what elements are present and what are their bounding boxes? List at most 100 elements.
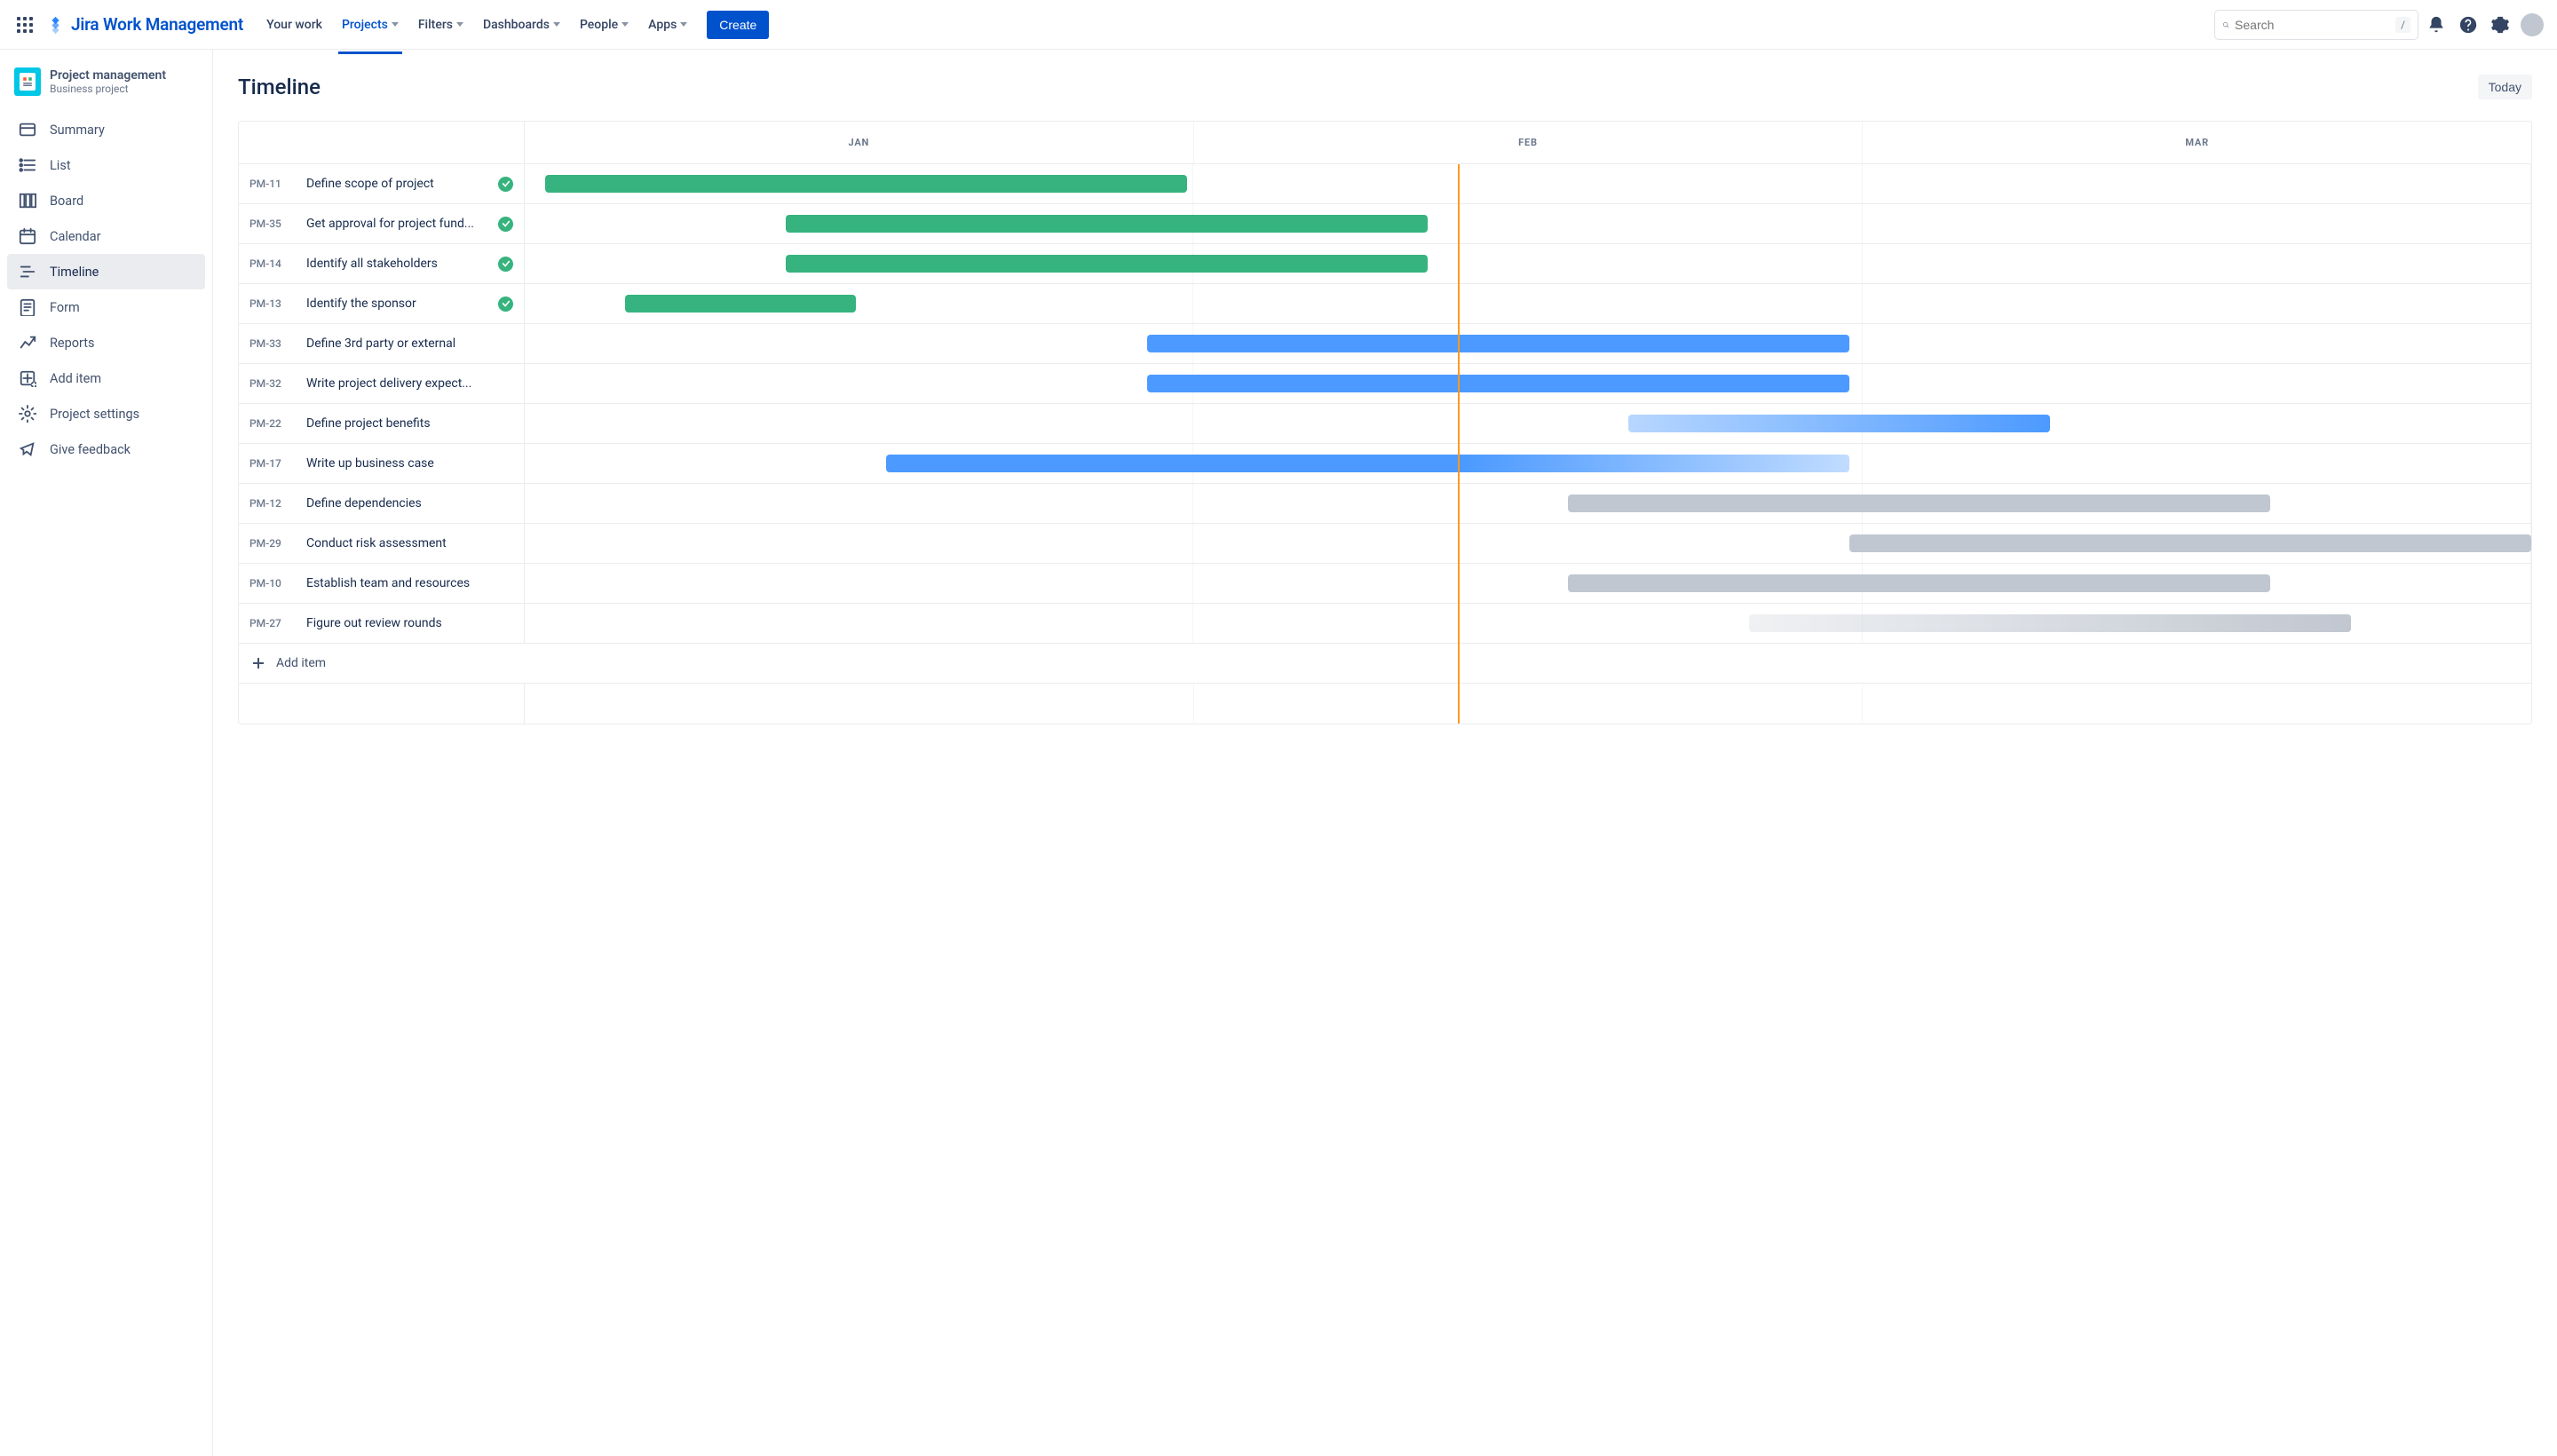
item-id[interactable]: PM-12 bbox=[249, 497, 292, 510]
add-item-row[interactable]: Add item bbox=[239, 644, 2531, 684]
timeline-bar[interactable] bbox=[1147, 335, 1849, 352]
nav-item-your-work[interactable]: Your work bbox=[257, 11, 331, 39]
timeline-bar[interactable] bbox=[545, 175, 1187, 193]
nav-item-projects[interactable]: Projects bbox=[333, 11, 408, 39]
row-left: PM-12 Define dependencies bbox=[239, 484, 525, 523]
sidebar-item-reports[interactable]: Reports bbox=[7, 325, 205, 360]
nav-item-label: Your work bbox=[266, 18, 322, 32]
item-id[interactable]: PM-11 bbox=[249, 178, 292, 190]
timeline-row[interactable]: PM-13 Identify the sponsor bbox=[239, 284, 2531, 324]
item-id[interactable]: PM-29 bbox=[249, 537, 292, 550]
today-button[interactable]: Today bbox=[2478, 75, 2532, 99]
settings-button[interactable] bbox=[2486, 11, 2514, 39]
item-id[interactable]: PM-27 bbox=[249, 617, 292, 629]
timeline-row[interactable]: PM-27 Figure out review rounds bbox=[239, 604, 2531, 644]
item-title[interactable]: Define dependencies bbox=[306, 496, 513, 510]
sidebar-item-label: List bbox=[50, 158, 71, 173]
product-name: Jira Work Management bbox=[71, 14, 243, 35]
timeline-bar[interactable] bbox=[786, 255, 1428, 273]
timeline-header-left bbox=[239, 122, 525, 163]
timeline-row[interactable]: PM-22 Define project benefits bbox=[239, 404, 2531, 444]
timeline-bar[interactable] bbox=[625, 295, 856, 313]
item-title[interactable]: Figure out review rounds bbox=[306, 616, 513, 630]
create-button[interactable]: Create bbox=[707, 11, 769, 39]
timeline-row[interactable]: PM-12 Define dependencies bbox=[239, 484, 2531, 524]
timeline-row[interactable]: PM-32 Write project delivery expect... bbox=[239, 364, 2531, 404]
item-id[interactable]: PM-32 bbox=[249, 377, 292, 390]
item-id[interactable]: PM-14 bbox=[249, 257, 292, 270]
nav-item-apps[interactable]: Apps bbox=[639, 11, 696, 39]
timeline-row[interactable]: PM-11 Define scope of project bbox=[239, 164, 2531, 204]
product-logo[interactable]: Jira Work Management bbox=[46, 14, 243, 35]
timeline-bar[interactable] bbox=[886, 455, 1849, 472]
project-header[interactable]: Project management Business project bbox=[7, 67, 205, 112]
profile-button[interactable] bbox=[2518, 11, 2546, 39]
check-circle-icon bbox=[498, 177, 513, 192]
item-id[interactable]: PM-22 bbox=[249, 417, 292, 430]
item-title[interactable]: Establish team and resources bbox=[306, 576, 513, 590]
item-title[interactable]: Write project delivery expect... bbox=[306, 376, 513, 391]
sidebar-item-give-feedback[interactable]: Give feedback bbox=[7, 431, 205, 467]
nav-item-dashboards[interactable]: Dashboards bbox=[474, 11, 569, 39]
sidebar-item-label: Reports bbox=[50, 336, 95, 351]
help-button[interactable] bbox=[2454, 11, 2482, 39]
sidebar-item-form[interactable]: Form bbox=[7, 289, 205, 325]
summary-icon bbox=[18, 120, 37, 139]
item-title[interactable]: Conduct risk assessment bbox=[306, 536, 513, 550]
timeline-row[interactable]: PM-10 Establish team and resources bbox=[239, 564, 2531, 604]
timeline-row[interactable]: PM-29 Conduct risk assessment bbox=[239, 524, 2531, 564]
timeline-row[interactable]: PM-35 Get approval for project fund... bbox=[239, 204, 2531, 244]
item-title[interactable]: Define 3rd party or external bbox=[306, 336, 513, 351]
chevron-down-icon bbox=[456, 22, 463, 27]
row-left: PM-14 Identify all stakeholders bbox=[239, 244, 525, 283]
item-title[interactable]: Get approval for project fund... bbox=[306, 217, 484, 231]
item-id[interactable]: PM-13 bbox=[249, 297, 292, 310]
timeline-bar[interactable] bbox=[786, 215, 1428, 233]
timeline-container: JANFEBMAR PM-11Define scope of projectPM… bbox=[238, 121, 2532, 724]
timeline-bar[interactable] bbox=[1749, 614, 2351, 632]
plus-icon bbox=[251, 656, 265, 670]
timeline-bar[interactable] bbox=[1849, 534, 2531, 552]
timeline-bar[interactable] bbox=[1568, 495, 2270, 512]
sidebar: Project management Business project Summ… bbox=[0, 50, 213, 1456]
item-id[interactable]: PM-10 bbox=[249, 577, 292, 590]
nav-item-filters[interactable]: Filters bbox=[409, 11, 472, 39]
nav-item-label: Projects bbox=[342, 18, 388, 32]
timeline-row[interactable]: PM-33 Define 3rd party or external bbox=[239, 324, 2531, 364]
timeline-row[interactable]: PM-14 Identify all stakeholders bbox=[239, 244, 2531, 284]
sidebar-item-project-settings[interactable]: Project settings bbox=[7, 396, 205, 431]
sidebar-item-timeline[interactable]: Timeline bbox=[7, 254, 205, 289]
sidebar-item-label: Summary bbox=[50, 123, 105, 138]
timeline-body: PM-11 Define scope of project PM-35 Get app… bbox=[239, 164, 2531, 724]
item-id[interactable]: PM-17 bbox=[249, 457, 292, 470]
search-box[interactable]: / bbox=[2214, 10, 2418, 40]
item-title[interactable]: Define scope of project bbox=[306, 177, 484, 191]
nav-item-people[interactable]: People bbox=[571, 11, 637, 39]
row-left: PM-35 Get approval for project fund... bbox=[239, 204, 525, 243]
sidebar-item-calendar[interactable]: Calendar bbox=[7, 218, 205, 254]
add-item-label: Add item bbox=[276, 656, 326, 670]
timeline-bar[interactable] bbox=[1628, 415, 2050, 432]
timeline-bar[interactable] bbox=[1147, 375, 1849, 392]
jira-logo-icon bbox=[46, 15, 66, 35]
item-title[interactable]: Write up business case bbox=[306, 456, 513, 471]
item-title[interactable]: Identify the sponsor bbox=[306, 297, 484, 311]
search-input[interactable] bbox=[2235, 18, 2395, 32]
timeline-row[interactable]: PM-17 Write up business case bbox=[239, 444, 2531, 484]
row-left: PM-32 Write project delivery expect... bbox=[239, 364, 525, 403]
item-title[interactable]: Define project benefits bbox=[306, 416, 513, 431]
sidebar-item-list[interactable]: List bbox=[7, 147, 205, 183]
app-switcher-button[interactable] bbox=[11, 11, 39, 39]
sidebar-item-summary[interactable]: Summary bbox=[7, 112, 205, 147]
timeline-bar[interactable] bbox=[1568, 574, 2270, 592]
sidebar-item-add-item[interactable]: Add item bbox=[7, 360, 205, 396]
sidebar-item-board[interactable]: Board bbox=[7, 183, 205, 218]
help-icon bbox=[2458, 15, 2478, 35]
item-title[interactable]: Identify all stakeholders bbox=[306, 257, 484, 271]
notifications-button[interactable] bbox=[2422, 11, 2450, 39]
check-circle-icon bbox=[498, 257, 513, 272]
chevron-down-icon bbox=[680, 22, 687, 27]
item-id[interactable]: PM-33 bbox=[249, 337, 292, 350]
form-icon bbox=[18, 297, 37, 317]
item-id[interactable]: PM-35 bbox=[249, 218, 292, 230]
